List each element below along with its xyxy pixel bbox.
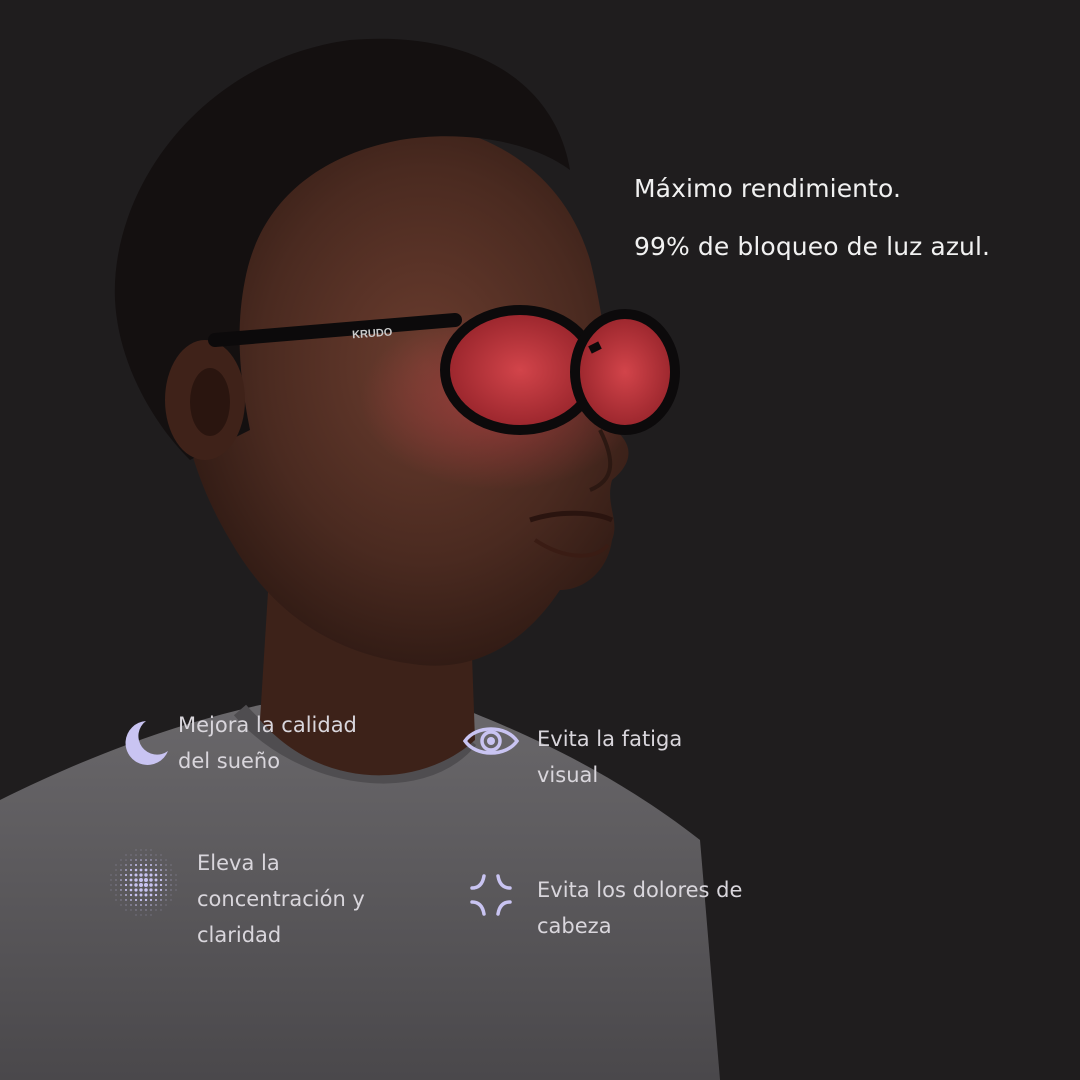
feature-focus: Eleva la concentración y claridad <box>108 845 365 953</box>
glasses-lens-right <box>570 309 680 435</box>
feature-sleep: Mejora la calidad del sueño <box>118 707 357 779</box>
moon-icon <box>125 721 168 765</box>
feature-headache-text: Evita los dolores de cabeza <box>537 878 743 938</box>
feature-focus-text: Eleva la concentración y claridad <box>197 851 365 947</box>
ache-burst-icon <box>470 874 512 916</box>
feature-eye-text: Evita la fatiga visual <box>537 727 683 787</box>
feature-eye: Evita la fatiga visual <box>462 721 682 793</box>
headline-line-1: Máximo rendimiento. <box>634 174 902 203</box>
dot-halftone-icon <box>110 849 177 916</box>
feature-sleep-text: Mejora la calidad del sueño <box>178 713 357 773</box>
ad-canvas: KRUDO Máximo rendimiento. 99% de bloqueo… <box>0 0 1080 1080</box>
headline-line-2: 99% de bloqueo de luz azul. <box>634 232 991 261</box>
eye-icon <box>462 727 520 755</box>
headline: Máximo rendimiento. 99% de bloqueo de lu… <box>634 160 990 276</box>
feature-headache: Evita los dolores de cabeza <box>468 872 742 944</box>
